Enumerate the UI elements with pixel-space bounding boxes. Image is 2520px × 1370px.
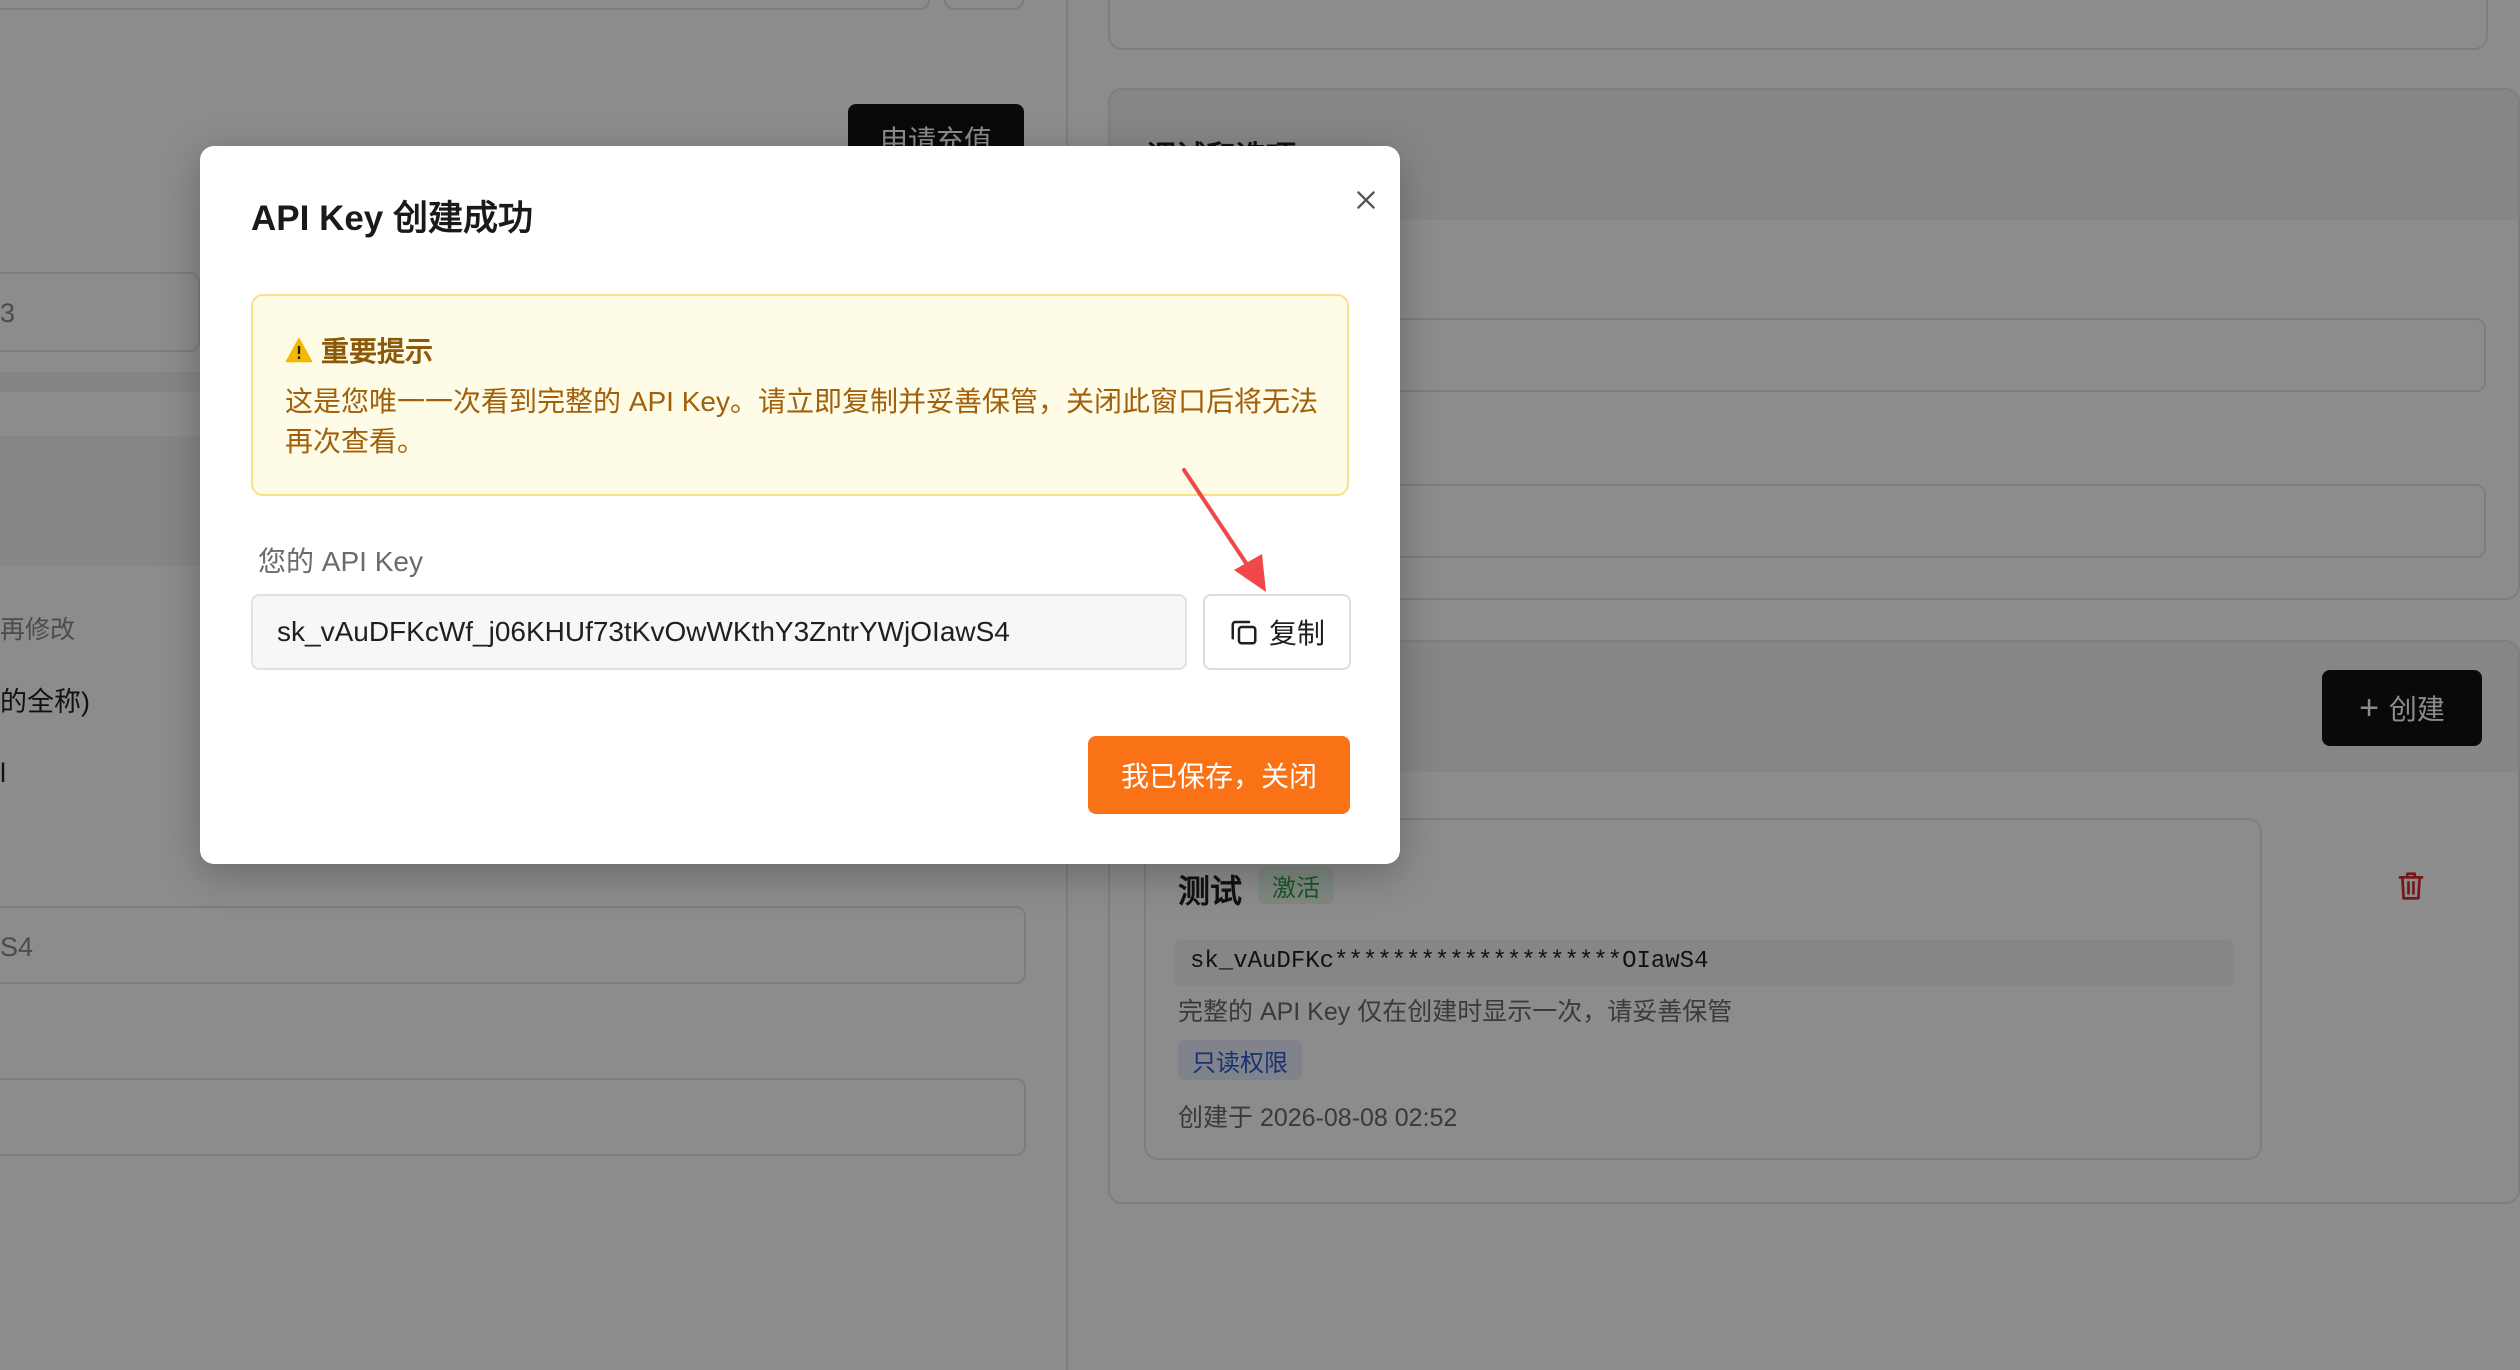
dialog-title: API Key 创建成功 — [251, 199, 533, 238]
api-key-label: 您的 API Key — [258, 546, 423, 577]
alert-title-row: 重要提示 — [285, 330, 433, 370]
copy-button[interactable]: 复制 — [1203, 594, 1351, 670]
copy-icon — [1231, 620, 1257, 645]
alert-title: 重要提示 — [321, 336, 434, 367]
warning-icon — [285, 337, 313, 363]
close-icon — [1357, 191, 1375, 209]
close-button[interactable] — [1342, 176, 1390, 224]
annotation-arrow — [1182, 468, 1266, 592]
alert-body: 这是您唯一一次看到完整的 API Key。请立即复制并妥善保管，关闭此窗口后将无… — [285, 386, 1318, 457]
copy-label: 复制 — [1268, 618, 1325, 649]
api-key-field[interactable] — [251, 594, 1187, 670]
saved-close-button[interactable]: 我已保存，关闭 — [1088, 736, 1350, 814]
